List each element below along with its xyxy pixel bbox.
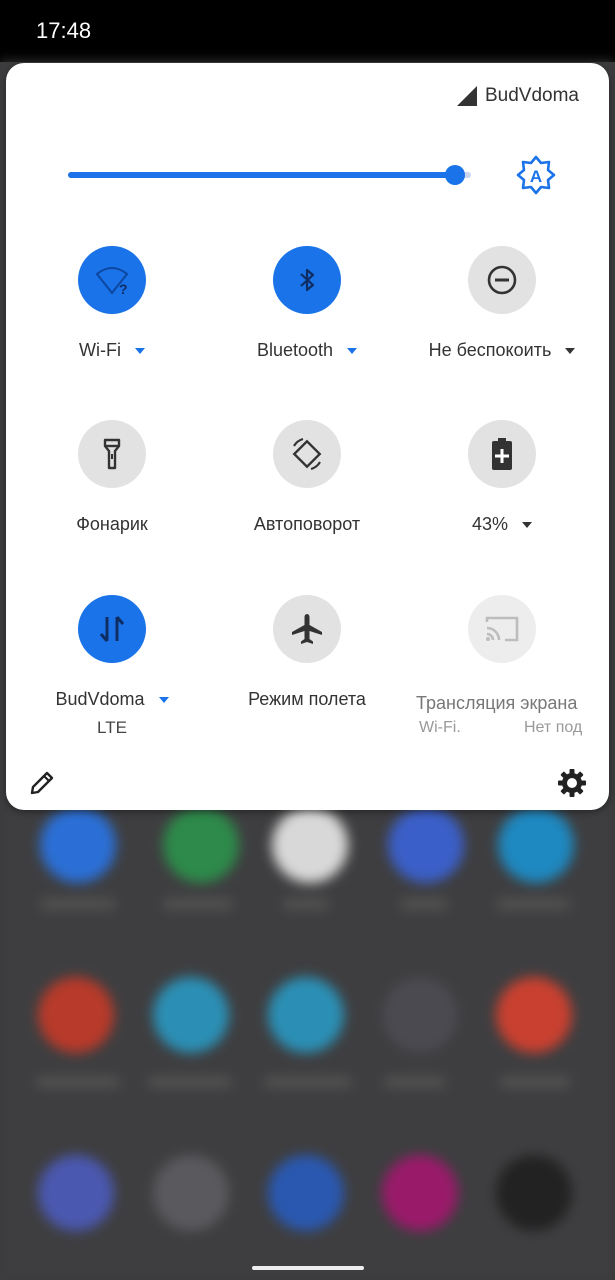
mobile-data-toggle[interactable] bbox=[78, 595, 146, 663]
tile-airplane-mode[interactable]: Режим полета bbox=[212, 595, 402, 710]
bluetooth-label-row[interactable]: Bluetooth bbox=[212, 340, 402, 361]
battery-percent: 43% bbox=[471, 514, 509, 534]
app-label bbox=[163, 899, 233, 909]
mobile-data-label-row[interactable]: BudVdoma bbox=[17, 689, 207, 710]
auto-brightness-icon[interactable]: A bbox=[516, 155, 556, 195]
app-icon bbox=[163, 807, 239, 883]
bluetooth-icon bbox=[300, 268, 315, 292]
clock: 17:48 bbox=[36, 18, 92, 43]
bluetooth-label: Bluetooth bbox=[256, 340, 334, 360]
do-not-disturb-icon bbox=[487, 265, 517, 295]
tile-battery[interactable]: 43% bbox=[407, 420, 597, 535]
mobile-data-icon bbox=[99, 616, 125, 642]
chevron-down-icon[interactable] bbox=[134, 347, 145, 354]
app-label bbox=[384, 1077, 446, 1087]
app-icon bbox=[388, 807, 464, 883]
airplane-label-row: Режим полета bbox=[212, 689, 402, 710]
tile-flashlight[interactable]: Фонарик bbox=[17, 420, 207, 535]
app-label bbox=[264, 1077, 352, 1087]
app-label bbox=[36, 1077, 120, 1087]
app-icon bbox=[38, 1155, 114, 1231]
tile-cast[interactable] bbox=[407, 595, 597, 663]
cast-icon bbox=[485, 616, 519, 642]
tile-auto-rotate[interactable]: Автоповорот bbox=[212, 420, 402, 535]
carrier-name: BudVdoma bbox=[484, 85, 579, 106]
app-label bbox=[400, 899, 448, 909]
flashlight-label-row: Фонарик bbox=[17, 514, 207, 535]
bluetooth-toggle[interactable] bbox=[273, 246, 341, 314]
edit-pencil-icon[interactable] bbox=[28, 769, 56, 797]
cast-sublabel-right: Нет под bbox=[524, 719, 583, 736]
carrier-indicator: BudVdoma bbox=[456, 85, 579, 107]
airplane-icon bbox=[292, 614, 322, 644]
flashlight-label: Фонарик bbox=[76, 514, 148, 534]
wifi-label-row[interactable]: Wi-Fi bbox=[17, 340, 207, 361]
chevron-down-icon[interactable] bbox=[158, 696, 169, 703]
app-icon bbox=[153, 977, 229, 1053]
dnd-toggle[interactable] bbox=[468, 246, 536, 314]
wifi-toggle[interactable]: ? bbox=[78, 246, 146, 314]
settings-gear-icon[interactable] bbox=[556, 767, 588, 799]
cast-label: Трансляция экрана bbox=[416, 693, 578, 713]
cell-signal-icon bbox=[456, 86, 477, 106]
dnd-label: Не беспокоить bbox=[428, 340, 552, 360]
quick-settings-panel: BudVdoma A ? Wi-Fi Bluetooth Не беспокои… bbox=[6, 63, 609, 810]
app-icon bbox=[382, 977, 458, 1053]
cast-sublabel-left: Wi-Fi. bbox=[419, 719, 461, 736]
app-label bbox=[283, 899, 329, 909]
airplane-toggle[interactable] bbox=[273, 595, 341, 663]
app-label bbox=[148, 1077, 232, 1087]
battery-saver-toggle[interactable] bbox=[468, 420, 536, 488]
auto-rotate-label: Автоповорот bbox=[253, 514, 361, 534]
status-bar: 17:48 bbox=[0, 0, 615, 62]
app-icon bbox=[496, 977, 572, 1053]
tile-mobile-data[interactable]: BudVdoma LTE bbox=[17, 595, 207, 738]
mobile-data-label: BudVdoma bbox=[55, 689, 145, 709]
svg-text:A: A bbox=[530, 167, 542, 186]
auto-rotate-toggle[interactable] bbox=[273, 420, 341, 488]
app-icon bbox=[38, 977, 114, 1053]
flashlight-toggle[interactable] bbox=[78, 420, 146, 488]
app-label bbox=[40, 899, 116, 909]
tile-wifi[interactable]: ? Wi-Fi bbox=[17, 246, 207, 361]
chevron-down-icon[interactable] bbox=[522, 521, 533, 528]
brightness-fill bbox=[68, 172, 455, 178]
battery-saver-icon bbox=[492, 438, 512, 470]
auto-rotate-label-row: Автоповорот bbox=[212, 514, 402, 535]
airplane-label: Режим полета bbox=[248, 689, 366, 709]
wifi-label: Wi-Fi bbox=[79, 340, 121, 360]
app-icon bbox=[268, 1155, 344, 1231]
tile-bluetooth[interactable]: Bluetooth bbox=[212, 246, 402, 361]
flashlight-icon bbox=[103, 438, 121, 470]
app-icon bbox=[498, 807, 574, 883]
svg-text:?: ? bbox=[119, 281, 128, 297]
brightness-slider[interactable] bbox=[68, 162, 471, 188]
app-icon bbox=[268, 977, 344, 1053]
brightness-thumb[interactable] bbox=[444, 165, 465, 185]
network-type: LTE bbox=[97, 718, 127, 737]
wifi-question-icon: ? bbox=[95, 267, 129, 297]
chevron-down-icon[interactable] bbox=[347, 347, 358, 354]
gesture-nav-handle[interactable] bbox=[252, 1266, 364, 1270]
chevron-down-icon[interactable] bbox=[565, 347, 576, 354]
app-label bbox=[496, 899, 570, 909]
app-icon bbox=[382, 1155, 458, 1231]
auto-rotate-icon bbox=[292, 437, 322, 471]
tile-do-not-disturb[interactable]: Не беспокоить bbox=[407, 246, 597, 361]
cast-toggle[interactable] bbox=[468, 595, 536, 663]
dnd-label-row[interactable]: Не беспокоить bbox=[407, 340, 597, 361]
app-icon bbox=[496, 1155, 572, 1231]
app-icon bbox=[40, 807, 116, 883]
app-label bbox=[500, 1077, 570, 1087]
app-icon bbox=[272, 807, 348, 883]
battery-label-row[interactable]: 43% bbox=[407, 514, 597, 535]
app-icon bbox=[153, 1155, 229, 1231]
